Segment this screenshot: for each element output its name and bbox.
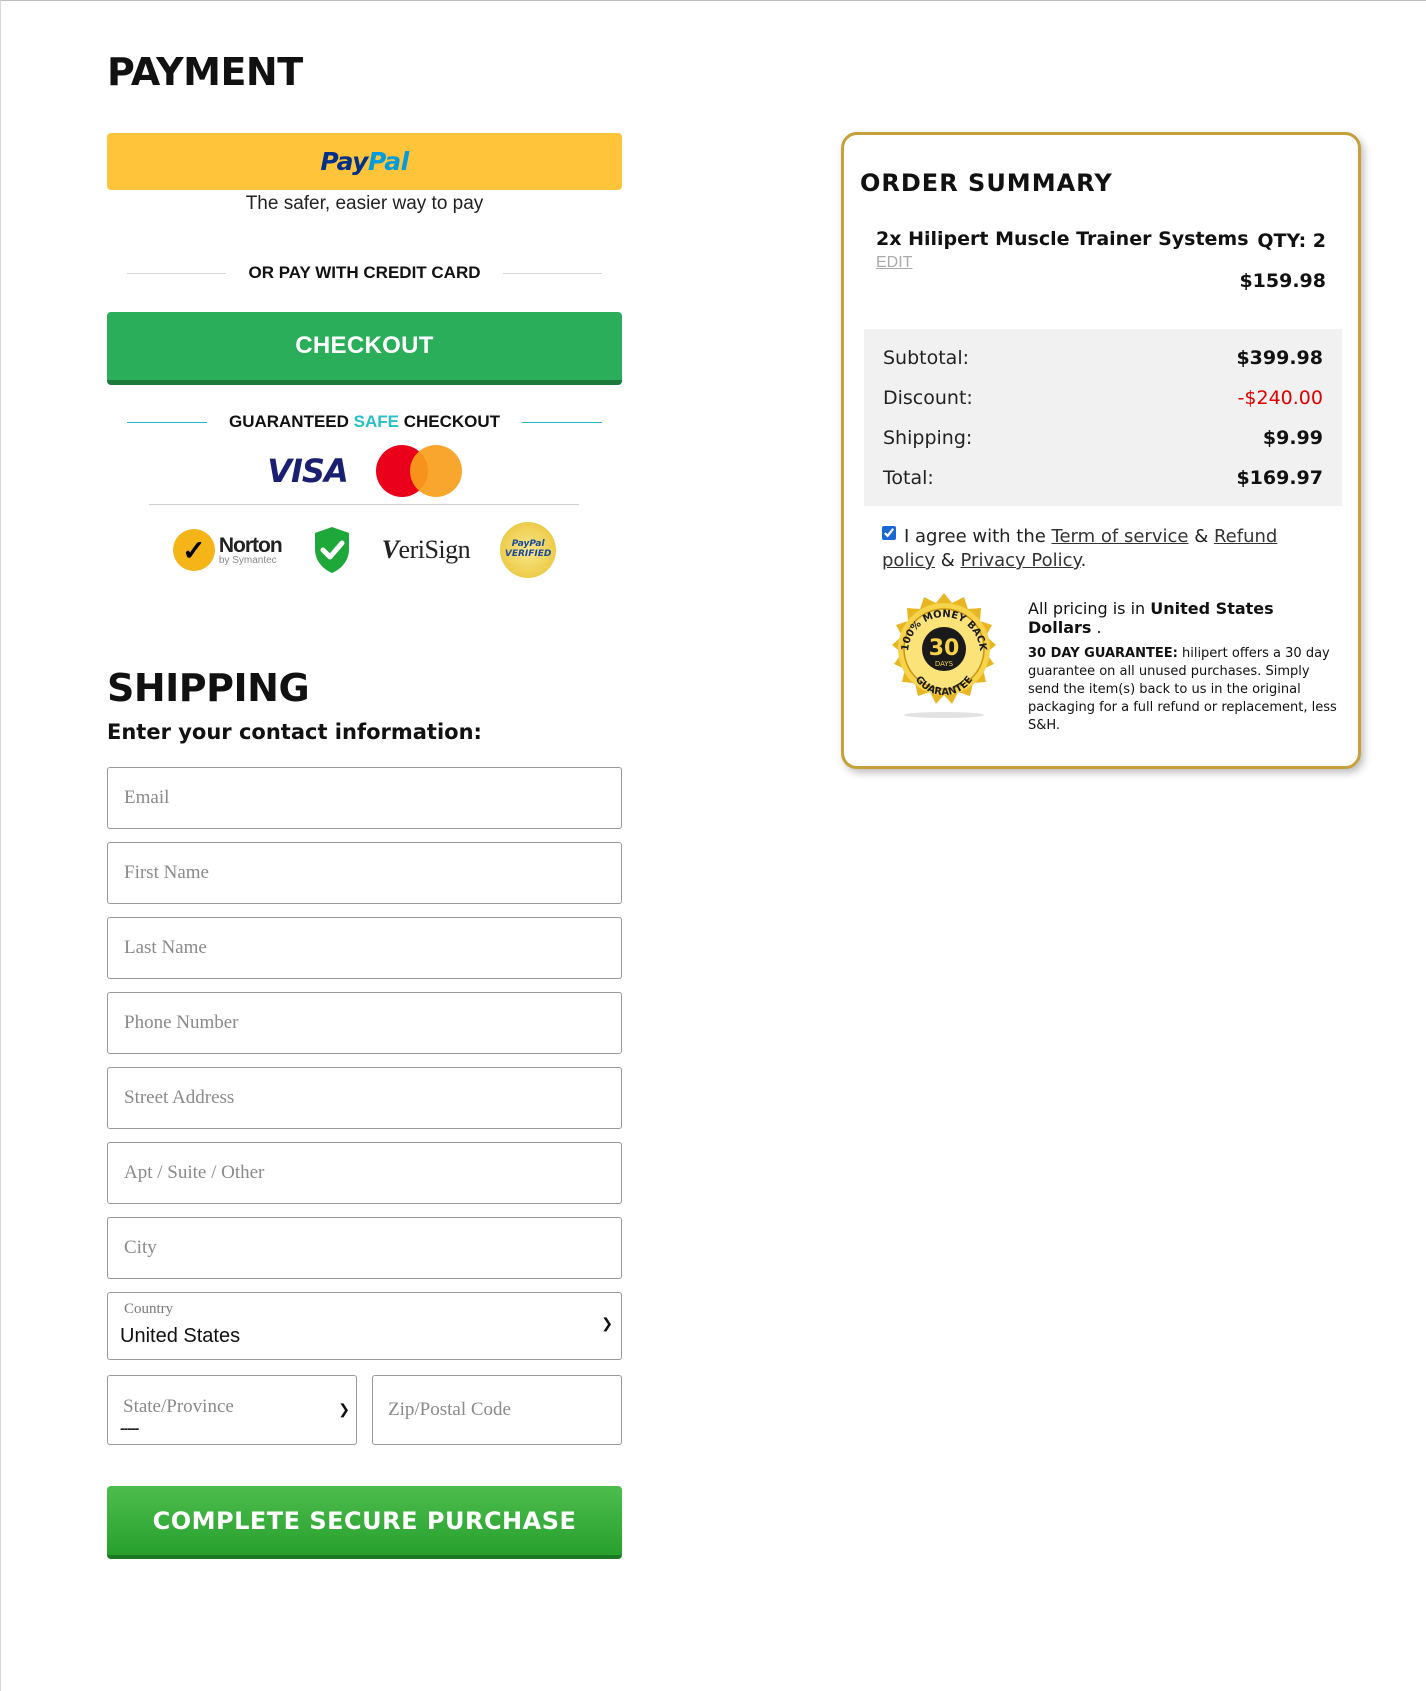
security-shield-icon <box>314 527 349 573</box>
country-value: United States <box>120 1325 241 1347</box>
last-name-field[interactable] <box>107 917 622 979</box>
shipping-row: Shipping: $9.99 <box>883 427 1323 449</box>
discount-value: -$240.00 <box>1237 387 1323 409</box>
phone-field[interactable] <box>107 992 622 1054</box>
terms-checkbox[interactable] <box>882 526 896 540</box>
mastercard-logo <box>375 445 462 497</box>
guaranteed-text: GUARANTEED SAFE CHECKOUT <box>228 412 501 431</box>
apt-suite-field[interactable] <box>107 1142 622 1204</box>
product-name: 2x Hilipert Muscle Trainer Systems <box>876 228 1249 250</box>
country-select[interactable]: Country United States ❯ <box>107 1292 622 1360</box>
paypal-subtitle: The safer, easier way to pay <box>245 193 484 214</box>
city-field[interactable] <box>107 1217 622 1279</box>
chevron-down-icon: ❯ <box>338 1401 350 1417</box>
paypal-button[interactable]: PayPal <box>107 133 622 190</box>
seal-number: 30 <box>929 636 960 661</box>
total-value: $169.97 <box>1236 467 1323 489</box>
state-placeholder: State/Province <box>123 1396 234 1417</box>
total-row: Total: $169.97 <box>883 467 1323 489</box>
complete-purchase-button[interactable]: COMPLETE SECURE PURCHASE <box>107 1486 622 1559</box>
last-name-input[interactable] <box>108 918 621 978</box>
state-value: ----- <box>120 1420 139 1436</box>
subtotal-value: $399.98 <box>1236 347 1323 369</box>
or-divider-text: OR PAY WITH CREDIT CARD <box>248 263 481 282</box>
street-address-field[interactable] <box>107 1067 622 1129</box>
chevron-down-icon: ❯ <box>601 1315 613 1331</box>
email-field[interactable] <box>107 767 622 829</box>
payment-title: PAYMENT <box>107 50 303 94</box>
state-select[interactable]: State/Province ----- ❯ <box>107 1375 357 1445</box>
product-price: $159.98 <box>1239 270 1326 292</box>
country-label: Country <box>124 1301 174 1317</box>
terms-agreement: I agree with the Term of service & Refun… <box>882 526 1278 571</box>
guarantee-text: All pricing is in United States Dollars … <box>1028 599 1338 735</box>
subtotal-row: Subtotal: $399.98 <box>883 347 1323 369</box>
privacy-policy-link[interactable]: Privacy Policy <box>961 550 1081 571</box>
norton-badge: ✓ Norton by Symantec <box>172 529 283 571</box>
contact-info-label: Enter your contact information: <box>107 720 482 744</box>
norton-check-icon: ✓ <box>172 529 215 571</box>
guaranteed-safe-checkout: GUARANTEED SAFE CHECKOUT <box>127 412 603 432</box>
paypal-verified-badge: PayPal VERIFIED <box>500 522 557 578</box>
discount-row: Discount: -$240.00 <box>883 387 1323 409</box>
order-summary-title: ORDER SUMMARY <box>860 169 1113 197</box>
or-divider: OR PAY WITH CREDIT CARD <box>127 263 603 283</box>
city-input[interactable] <box>108 1218 621 1278</box>
checkout-button[interactable]: CHECKOUT <box>107 312 622 385</box>
phone-input[interactable] <box>108 993 621 1053</box>
order-summary-panel: ORDER SUMMARY 2x Hilipert Muscle Trainer… <box>841 132 1361 769</box>
verisign-badge: VeriSign <box>381 535 471 564</box>
visa-logo: VISA <box>267 452 348 490</box>
divider-line <box>127 421 207 423</box>
divider-line <box>127 272 227 274</box>
street-address-input[interactable] <box>108 1068 621 1128</box>
pricing-note: All pricing is in United States Dollars … <box>1028 599 1274 637</box>
money-back-seal-icon: 30 DAYS 100% MONEY BACK GUARANTEE <box>892 593 996 718</box>
totals-box: Subtotal: $399.98 Discount: -$240.00 Shi… <box>864 329 1342 506</box>
zip-input[interactable] <box>373 1376 621 1444</box>
first-name-input[interactable] <box>108 843 621 903</box>
term-of-service-link[interactable]: Term of service <box>1052 526 1189 547</box>
trust-badges: ✓ Norton by Symantec VeriSign PayPal VERIF… <box>107 522 622 578</box>
card-logos: VISA <box>107 445 622 497</box>
seal-days: DAYS <box>935 660 954 668</box>
divider-line <box>522 421 603 423</box>
guarantee-note: 30 DAY GUARANTEE: hilipert offers a 30 d… <box>1028 646 1337 733</box>
badge-divider <box>149 504 579 505</box>
divider-line <box>502 272 603 274</box>
product-qty: QTY: 2 <box>1257 230 1326 252</box>
apt-suite-input[interactable] <box>108 1143 621 1203</box>
first-name-field[interactable] <box>107 842 622 904</box>
zip-field[interactable] <box>372 1375 622 1445</box>
shipping-title: SHIPPING <box>107 666 310 710</box>
email-input[interactable] <box>108 768 621 828</box>
edit-link[interactable]: EDIT <box>876 254 912 272</box>
shipping-value: $9.99 <box>1262 427 1323 449</box>
paypal-logo: PayPal <box>320 147 409 176</box>
